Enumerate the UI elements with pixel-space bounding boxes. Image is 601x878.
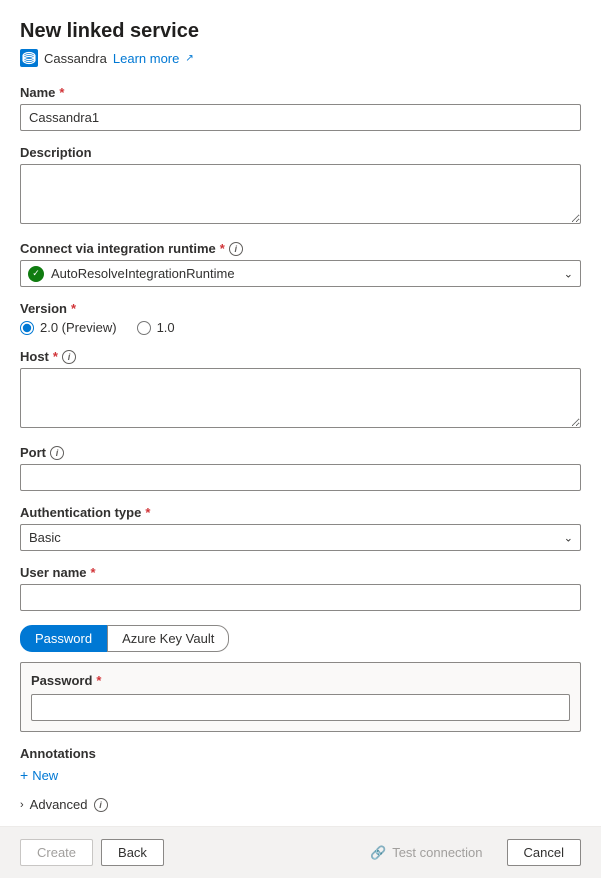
ir-select-wrapper: ✓ AutoResolveIntegrationRuntime ⌄ xyxy=(20,260,581,287)
advanced-label: Advanced xyxy=(30,797,88,812)
footer-left: Create Back xyxy=(20,839,164,866)
footer-right: 🔗 Test connection Cancel xyxy=(354,839,581,866)
service-name: Cassandra xyxy=(44,51,107,66)
password-tab[interactable]: Password xyxy=(20,625,107,652)
annotations-section: Annotations + New xyxy=(20,746,581,783)
ir-label: Connect via integration runtime * i xyxy=(20,241,581,256)
plus-icon: + xyxy=(20,767,28,783)
auth-select[interactable]: Basic Anonymous xyxy=(20,524,581,551)
name-field-group: Name * xyxy=(20,85,581,131)
description-input[interactable] xyxy=(20,164,581,224)
host-input[interactable] xyxy=(20,368,581,428)
version-options: 2.0 (Preview) 1.0 xyxy=(20,320,581,335)
password-tab-group: Password Azure Key Vault xyxy=(20,625,581,652)
username-field-group: User name * xyxy=(20,565,581,611)
cancel-button[interactable]: Cancel xyxy=(507,839,581,866)
auth-label: Authentication type * xyxy=(20,505,581,520)
ir-select[interactable]: AutoResolveIntegrationRuntime xyxy=(20,260,581,287)
port-info-icon[interactable]: i xyxy=(50,446,64,460)
host-field-group: Host * i xyxy=(20,349,581,431)
name-label: Name * xyxy=(20,85,581,100)
version-20-option[interactable]: 2.0 (Preview) xyxy=(20,320,117,335)
advanced-chevron-icon: › xyxy=(20,799,24,811)
host-info-icon[interactable]: i xyxy=(62,350,76,364)
version-20-radio[interactable] xyxy=(20,321,34,335)
version-10-option[interactable]: 1.0 xyxy=(137,320,175,335)
host-label: Host * i xyxy=(20,349,581,364)
new-annotation-button[interactable]: + New xyxy=(20,767,58,783)
panel: New linked service Cassandra Learn more … xyxy=(0,0,601,826)
ir-field-group: Connect via integration runtime * i ✓ Au… xyxy=(20,241,581,287)
cassandra-icon xyxy=(20,49,38,67)
name-required: * xyxy=(59,85,64,100)
version-10-label: 1.0 xyxy=(157,320,175,335)
version-10-radio[interactable] xyxy=(137,321,151,335)
port-field-group: Port i xyxy=(20,445,581,491)
name-input[interactable] xyxy=(20,104,581,131)
ir-info-icon[interactable]: i xyxy=(229,242,243,256)
version-20-label: 2.0 (Preview) xyxy=(40,320,117,335)
annotations-label: Annotations xyxy=(20,746,581,761)
port-input[interactable] xyxy=(20,464,581,491)
password-section: Password Azure Key Vault Password * xyxy=(20,625,581,732)
test-connection-icon: 🔗 xyxy=(370,845,386,861)
azure-key-vault-tab[interactable]: Azure Key Vault xyxy=(107,625,229,652)
external-link-icon: ↗ xyxy=(185,53,193,64)
advanced-info-icon[interactable]: i xyxy=(94,798,108,812)
version-field-group: Version * 2.0 (Preview) 1.0 xyxy=(20,301,581,335)
subtitle-row: Cassandra Learn more ↗ xyxy=(20,49,581,67)
password-label: Password * xyxy=(31,673,570,688)
password-box: Password * xyxy=(20,662,581,732)
username-input[interactable] xyxy=(20,584,581,611)
version-label: Version * xyxy=(20,301,581,316)
password-input[interactable] xyxy=(31,694,570,721)
footer: Create Back 🔗 Test connection Cancel xyxy=(0,826,601,878)
page-title: New linked service xyxy=(20,20,581,43)
username-label: User name * xyxy=(20,565,581,580)
advanced-section[interactable]: › Advanced i xyxy=(20,797,581,812)
back-button[interactable]: Back xyxy=(101,839,164,866)
create-button[interactable]: Create xyxy=(20,839,93,866)
test-connection-button[interactable]: 🔗 Test connection xyxy=(354,840,499,866)
port-label: Port i xyxy=(20,445,581,460)
auth-select-wrapper: Basic Anonymous ⌄ xyxy=(20,524,581,551)
learn-more-link[interactable]: Learn more xyxy=(113,51,179,66)
auth-field-group: Authentication type * Basic Anonymous ⌄ xyxy=(20,505,581,551)
description-label: Description xyxy=(20,145,581,160)
description-field-group: Description xyxy=(20,145,581,227)
